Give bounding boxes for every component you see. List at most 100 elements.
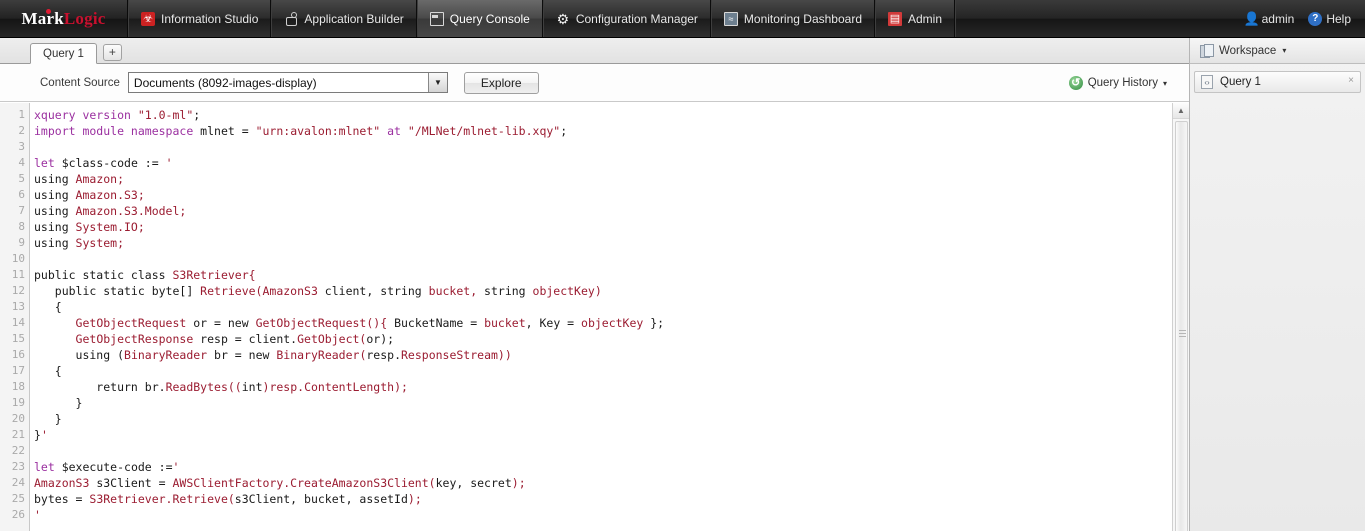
workspace-header[interactable]: Workspace ▾ [1190, 38, 1365, 64]
code-token: objectKey [581, 316, 644, 330]
code-token: using [34, 172, 76, 186]
code-token: } [34, 396, 83, 410]
line-number: 11 [11, 268, 25, 281]
line-number: 4 [18, 156, 25, 169]
code-token: import module namespace [34, 124, 201, 138]
nav-tab-label: Query Console [449, 11, 530, 26]
code-token: $execute-code [61, 460, 152, 474]
line-number: 15 [11, 332, 25, 345]
nav-tab-admin[interactable]: Admin [875, 0, 956, 37]
code-token: ReadBytes(( [165, 380, 242, 394]
code-token: let [34, 460, 62, 474]
workspace-item-query-1[interactable]: Query 1 × [1194, 71, 1361, 93]
query-tab-query-1[interactable]: Query 1 [30, 43, 97, 64]
scroll-up-arrow-icon[interactable]: ▲ [1173, 103, 1189, 119]
code-editor: 1 2 3 4 5 6 7 8 9 10 11 12 13 14 15 16 17 18 19 20 21 22 23 24 2… [0, 103, 1189, 531]
chevron-down-icon: ▾ [1162, 78, 1167, 88]
line-number: 20 [11, 412, 25, 425]
code-token: ContentLength); [304, 380, 408, 394]
logo-text-mark: Mark [21, 8, 64, 28]
logo-dot-icon [46, 9, 51, 14]
help-label: Help [1326, 11, 1351, 26]
nav-tab-monitoring-dashboard[interactable]: Monitoring Dashboard [710, 0, 875, 37]
nav-tab-configuration-manager[interactable]: Configuration Manager [542, 0, 711, 37]
code-token: or); [366, 332, 395, 346]
add-query-tab-button[interactable]: + [102, 44, 122, 61]
code-token: $class-code [61, 156, 138, 170]
code-token: Retrieve( [200, 284, 263, 298]
code-token: }; [643, 316, 665, 330]
code-text-area[interactable]: xquery version "1.0-ml"; import module na… [30, 103, 1172, 531]
code-token: System; [75, 236, 125, 250]
document-icon [1201, 75, 1213, 89]
scrollbar-thumb[interactable] [1175, 121, 1188, 531]
code-token: BinaryReader [124, 348, 208, 362]
query-history-button[interactable]: Query History ▾ [1068, 64, 1167, 102]
code-token: ; [560, 124, 568, 138]
code-token: using [34, 188, 76, 202]
code-line: public static class S3Retriever{ [34, 267, 1172, 283]
code-line: bytes = S3Retriever.Retrieve(s3Client, b… [34, 491, 1172, 507]
code-token: { [34, 364, 62, 378]
code-token: ); [511, 476, 526, 490]
content-source-label: Content Source [40, 76, 120, 89]
nav-tab-application-builder[interactable]: Application Builder [271, 0, 417, 37]
scrollbar-grip-icon [1179, 330, 1186, 337]
code-token: public static byte[] [34, 284, 201, 298]
line-number: 13 [11, 300, 25, 313]
editor-toolbar: Content Source Documents (8092-images-di… [0, 64, 1189, 102]
content-source-select[interactable]: Documents (8092-images-display) ▼ [127, 72, 448, 93]
line-number: 7 [18, 204, 25, 217]
code-token: ' [34, 508, 41, 522]
logo-text-logic: Logic [63, 8, 106, 28]
nav-tab-query-console[interactable]: Query Console [416, 0, 543, 37]
code-token: "urn:avalon:mlnet" [255, 124, 381, 138]
user-menu[interactable]: admin [1244, 11, 1295, 26]
user-icon [1244, 11, 1258, 26]
code-token: BinaryReader( [276, 348, 367, 362]
nav-tab-label: Monitoring Dashboard [743, 11, 862, 26]
nav-tab-information-studio[interactable]: Information Studio [128, 0, 272, 37]
code-line: using Amazon.S3.Model; [34, 203, 1172, 219]
help-icon [1308, 11, 1323, 26]
code-token: resp. [366, 348, 401, 362]
code-line: import module namespace mlnet = "urn:ava… [34, 123, 1172, 139]
code-token: Amazon.S3; [75, 188, 145, 202]
code-line: GetObjectRequest or = new GetObjectReque… [34, 315, 1172, 331]
user-name-label: admin [1261, 11, 1295, 26]
code-token: s3Client, bucket, assetId [234, 492, 408, 506]
code-token: let [34, 156, 62, 170]
marklogic-logo[interactable]: MarkLogic [0, 0, 128, 37]
query-editor-pane: Query 1 + Content Source Documents (8092… [0, 38, 1190, 531]
code-token: ' [165, 156, 173, 170]
nav-tab-label: Information Studio [161, 11, 259, 26]
code-token: AmazonS3 [34, 476, 90, 490]
help-link[interactable]: Help [1308, 11, 1351, 26]
code-token: GetObjectResponse [75, 332, 194, 346]
code-token: Amazon; [75, 172, 125, 186]
nav-tab-label: Admin [908, 11, 943, 26]
line-number: 16 [11, 348, 25, 361]
code-token: int [241, 380, 263, 394]
code-token: AWSClientFactory.CreateAmazonS3Client( [172, 476, 436, 490]
close-icon[interactable]: × [1348, 75, 1354, 86]
line-number: 21 [11, 428, 25, 441]
editor-vertical-scrollbar[interactable]: ▲ [1172, 103, 1189, 531]
nav-tab-label: Application Builder [304, 11, 404, 26]
line-number: 9 [18, 236, 25, 249]
query-history-label: Query History [1087, 77, 1158, 89]
code-token: string [484, 284, 533, 298]
code-token: "1.0-ml" [137, 108, 194, 122]
code-line: let $execute-code :=' [34, 459, 1172, 475]
console-icon [429, 11, 444, 26]
line-number: 1 [18, 108, 25, 121]
page-body: Query 1 + Content Source Documents (8092… [0, 38, 1365, 531]
code-token: S3Retriever{ [172, 268, 256, 282]
code-token: using [34, 220, 76, 234]
code-token: new [227, 316, 256, 330]
explore-button[interactable]: Explore [463, 71, 539, 94]
biohazard-icon [141, 11, 155, 26]
